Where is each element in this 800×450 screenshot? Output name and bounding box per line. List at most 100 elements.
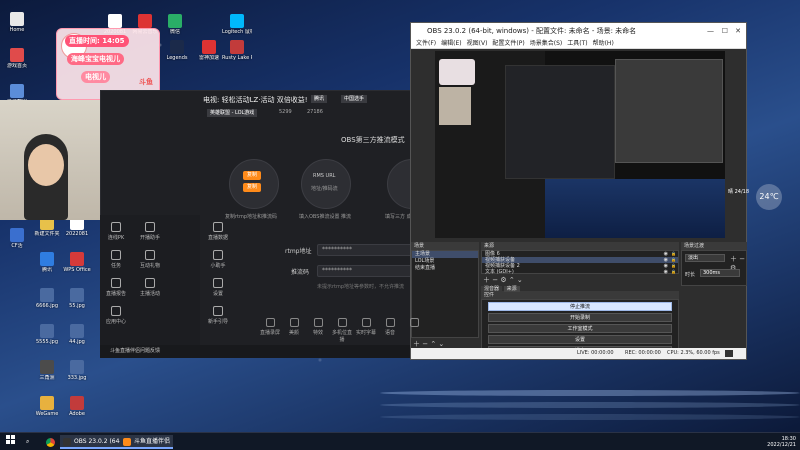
- app-icon: [40, 396, 54, 410]
- desktop-icon[interactable]: WPS Office: [62, 252, 92, 273]
- bottom-tool[interactable]: [402, 318, 426, 329]
- bottom-tool[interactable]: 语音: [378, 318, 402, 336]
- copy-button-2[interactable]: 复制: [243, 183, 262, 192]
- desktop-icon-label: 腾讯: [41, 267, 52, 273]
- control-button[interactable]: 工作室模式: [488, 324, 672, 333]
- side-menu-item[interactable]: 主播活动: [138, 278, 162, 297]
- side-menu-item[interactable]: 设置: [206, 278, 230, 297]
- desktop-icon-label: 5555.jpg: [35, 339, 59, 345]
- chrome-icon[interactable]: [46, 435, 56, 449]
- stream-key-field[interactable]: **********: [317, 265, 413, 277]
- control-button[interactable]: 开始录制: [488, 313, 672, 322]
- sources-tab[interactable]: 来源: [503, 286, 520, 292]
- eye-icon[interactable]: ◉: [664, 269, 668, 275]
- taskbar-app-icon: [123, 438, 131, 446]
- desktop-icon-label: WPS Office: [63, 267, 91, 273]
- desktop-icon[interactable]: 雷神加速: [194, 40, 224, 61]
- desktop-icon[interactable]: Adobe: [62, 396, 92, 417]
- obs-menu-item[interactable]: 场景集合(S): [530, 40, 563, 47]
- desktop-icon[interactable]: 游戏首页: [2, 48, 32, 69]
- side-menu-item[interactable]: 互动礼物: [138, 250, 162, 269]
- weather-widget[interactable]: 24℃: [756, 184, 782, 210]
- transition-select[interactable]: 淡出: [685, 254, 725, 262]
- menu-item-label: 设置: [212, 291, 223, 297]
- desktop-icon-label: 新建文件夹: [34, 231, 60, 237]
- desktop-icon[interactable]: 333.jpg: [62, 360, 92, 381]
- side-menu-item[interactable]: 任务: [104, 250, 128, 269]
- duration-input[interactable]: 300ms: [700, 269, 740, 277]
- side-menu-item[interactable]: 小助手: [206, 250, 230, 269]
- taskbar-app-icon: [63, 438, 71, 446]
- desktop-icon[interactable]: 腾讯: [32, 252, 62, 273]
- desktop-icon[interactable]: 5555.jpg: [32, 324, 62, 345]
- desktop-icon[interactable]: Logitech 鼠标设置: [222, 14, 252, 35]
- desktop-icon[interactable]: 44.jpg: [62, 324, 92, 345]
- source-tools[interactable]: ＋ − ⚙ ⌃ ⌄: [483, 275, 523, 285]
- stream-header-tag[interactable]: 腾讯: [311, 95, 328, 103]
- bottom-tool[interactable]: 实时字幕: [354, 318, 378, 336]
- copy-button[interactable]: 复制: [243, 171, 262, 180]
- taskbar-app[interactable]: 斗鱼直播伴侣: [120, 435, 174, 449]
- stream-header-tag2[interactable]: 中国选手: [341, 95, 368, 103]
- side-menu-item[interactable]: 直播数据: [206, 222, 230, 241]
- tool-label: 美颜: [288, 330, 299, 336]
- lock-icon[interactable]: 🔒: [671, 269, 676, 275]
- desktop-icon[interactable]: 三角洲: [32, 360, 62, 381]
- desktop-icon[interactable]: 微信: [160, 14, 190, 35]
- obs-menu-item[interactable]: 编辑(E): [441, 40, 461, 47]
- side-menu-item[interactable]: 开播助手: [138, 222, 162, 241]
- live-title-pill: 海峰宝宝电视儿: [67, 53, 124, 65]
- menu-item-label: 任务: [110, 263, 121, 269]
- minimize-icon[interactable]: —: [707, 23, 714, 39]
- obs-preview[interactable]: [435, 51, 725, 238]
- category-tag[interactable]: 英雄联盟 - LOL游戏: [207, 109, 258, 117]
- taskbar-app-label: 斗鱼直播伴侣: [134, 438, 171, 445]
- desktop-icon[interactable]: 6666.jpg: [32, 288, 62, 309]
- bottom-tool[interactable]: 多机位直播: [330, 318, 354, 343]
- menu-icon: [145, 222, 155, 232]
- side-menu-item[interactable]: 连线PK: [104, 222, 128, 241]
- menu-icon: [145, 250, 155, 260]
- step-url-node: [301, 159, 351, 209]
- obs-title: OBS 23.0.2 (64-bit, windows) - 配置文件: 未命名…: [427, 27, 637, 35]
- scene-item[interactable]: LOL场景: [412, 258, 478, 265]
- control-button[interactable]: 停止推流: [488, 302, 672, 311]
- desktop-icon[interactable]: Legends: [162, 40, 192, 61]
- scene-item[interactable]: 结束直播: [412, 265, 478, 272]
- desktop-icon[interactable]: 55.jpg: [62, 288, 92, 309]
- obs-menu-item[interactable]: 视图(V): [467, 40, 488, 47]
- side-menu-item[interactable]: 直播报告: [104, 278, 128, 297]
- stream-feedback-bar[interactable]: 斗鱼直播伴侣问题反馈: [100, 345, 412, 358]
- menu-item-label: 应用中心: [105, 319, 126, 325]
- obs-menu-item[interactable]: 帮助(H): [593, 40, 614, 47]
- sources-header: 来源: [481, 242, 679, 250]
- maximize-icon[interactable]: ☐: [722, 23, 728, 39]
- search-icon[interactable]: ⌕: [26, 435, 36, 449]
- side-menu-item[interactable]: 新手引导: [206, 306, 230, 325]
- tool-icon: [289, 318, 299, 327]
- scene-item[interactable]: 主场景: [412, 251, 478, 258]
- desktop-icon[interactable]: WeGame: [32, 396, 62, 417]
- side-menu-item[interactable]: 应用中心: [104, 306, 128, 325]
- app-icon: [40, 288, 54, 302]
- desktop-icon[interactable]: Rusty Lake Paradise: [222, 40, 252, 61]
- menu-item-label: 直播数据: [207, 235, 228, 241]
- start-icon[interactable]: [6, 435, 18, 449]
- app-icon: [10, 228, 24, 242]
- close-icon[interactable]: ✕: [735, 23, 741, 39]
- obs-menu-item[interactable]: 工具(T): [567, 40, 587, 47]
- desktop-icon[interactable]: CF活: [2, 228, 32, 249]
- desktop-icon-label: 333.jpg: [67, 375, 87, 381]
- obs-menu-item[interactable]: 配置文件(P): [492, 40, 524, 47]
- bottom-tool[interactable]: 美颜: [282, 318, 306, 336]
- bottom-tool[interactable]: 直播录屏: [258, 318, 282, 336]
- mixer-tab[interactable]: 混音器: [481, 286, 503, 292]
- bottom-tool[interactable]: 特效: [306, 318, 330, 336]
- obs-menu-item[interactable]: 文件(F): [416, 40, 436, 47]
- app-icon: [10, 12, 24, 26]
- clock[interactable]: 18:30 2022/12/21: [756, 435, 796, 449]
- desktop-icon[interactable]: Home: [2, 12, 32, 33]
- control-button[interactable]: 设置: [488, 335, 672, 344]
- rtmp-field[interactable]: **********: [317, 244, 413, 256]
- desktop-icon-label: Adobe: [69, 411, 85, 417]
